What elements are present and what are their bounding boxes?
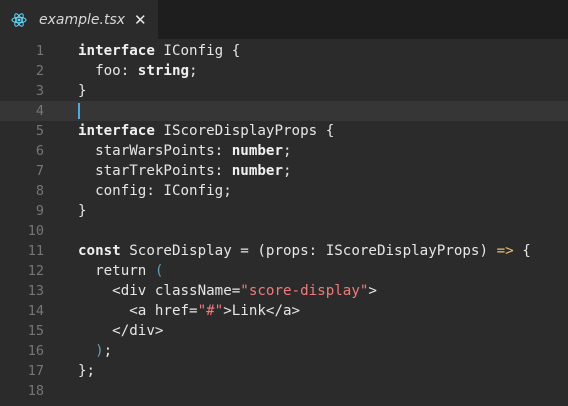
code-area[interactable]: 1 interface IConfig {2 foo: string; 3} 4 5 in… bbox=[0, 41, 568, 406]
code-token: <a href= bbox=[78, 303, 198, 319]
line-content: interface IConfig { bbox=[78, 41, 240, 61]
line-number: 16 bbox=[27, 343, 44, 359]
code-token: number bbox=[231, 143, 283, 159]
code-token: interface bbox=[78, 43, 155, 59]
code-line[interactable]: 11 const ScoreDisplay = (props: IScoreDis… bbox=[0, 241, 568, 261]
code-token: <div className= bbox=[78, 283, 241, 299]
line-content: interface IScoreDisplayProps { bbox=[78, 121, 334, 141]
line-number: 13 bbox=[27, 283, 44, 299]
code-token: ) bbox=[78, 343, 104, 359]
code-line[interactable]: 18 bbox=[0, 381, 568, 401]
line-content: } bbox=[78, 201, 87, 221]
line-number: 8 bbox=[35, 183, 44, 199]
code-line[interactable]: 4 bbox=[0, 101, 568, 121]
code-token: starWarsPoints: bbox=[78, 143, 232, 159]
line-content: ); bbox=[78, 341, 112, 361]
code-line[interactable]: 12 return ( bbox=[0, 261, 568, 281]
line-number: 11 bbox=[27, 243, 44, 259]
code-line[interactable]: 3} bbox=[0, 81, 568, 101]
code-line[interactable]: 7 starTrekPoints: number; bbox=[0, 161, 568, 181]
line-content: return ( bbox=[78, 261, 163, 281]
code-token: interface bbox=[78, 123, 155, 139]
line-number: 12 bbox=[27, 263, 44, 279]
code-line[interactable]: 15 </div> bbox=[0, 321, 568, 341]
line-content: foo: string; bbox=[78, 61, 198, 81]
code-token: "#" bbox=[197, 303, 224, 319]
code-token: </div> bbox=[78, 323, 164, 339]
code-token: ( bbox=[154, 263, 164, 279]
line-number: 6 bbox=[35, 143, 44, 159]
line-number: 14 bbox=[27, 303, 44, 319]
tab-bar: example.tsx ✕ bbox=[0, 0, 568, 39]
code-token: string bbox=[137, 63, 190, 79]
line-content: </div> bbox=[78, 321, 163, 341]
code-line[interactable]: 6 starWarsPoints: number; bbox=[0, 141, 568, 161]
code-line[interactable]: 10 bbox=[0, 221, 568, 241]
line-number: 18 bbox=[27, 383, 44, 399]
code-token: ; bbox=[189, 63, 198, 79]
tab-title: example.tsx bbox=[39, 11, 126, 28]
line-content: config: IConfig; bbox=[78, 181, 232, 201]
code-line[interactable]: 16 ); bbox=[0, 341, 568, 361]
line-number: 9 bbox=[35, 203, 44, 219]
code-line[interactable]: 8 config: IConfig; bbox=[0, 181, 568, 201]
line-number: 5 bbox=[35, 123, 44, 139]
code-token: number bbox=[231, 163, 283, 179]
code-token: foo: bbox=[78, 63, 138, 79]
code-token: } bbox=[78, 83, 87, 99]
line-content: }; bbox=[78, 361, 95, 381]
line-number: 17 bbox=[27, 363, 44, 379]
line-number: 7 bbox=[35, 163, 44, 179]
close-icon[interactable]: ✕ bbox=[134, 11, 147, 29]
code-token: } bbox=[78, 203, 87, 219]
tab-example-tsx[interactable]: example.tsx ✕ bbox=[0, 0, 158, 39]
code-token: > bbox=[368, 283, 377, 299]
line-number: 2 bbox=[35, 63, 44, 79]
code-line[interactable]: 13 <div className="score-display"> bbox=[0, 281, 568, 301]
code-line[interactable]: 14 <a href="#">Link</a> bbox=[0, 301, 568, 321]
line-content: <div className="score-display"> bbox=[78, 281, 377, 301]
code-line[interactable]: 1 interface IConfig { bbox=[0, 41, 568, 61]
code-line[interactable]: 9} bbox=[0, 201, 568, 221]
code-token: ScoreDisplay = (props: IScoreDisplayProp… bbox=[120, 243, 497, 259]
code-token: const bbox=[78, 243, 121, 259]
react-icon bbox=[11, 12, 27, 28]
line-number: 15 bbox=[27, 323, 44, 339]
code-token: IConfig { bbox=[154, 43, 241, 59]
line-number: 4 bbox=[35, 103, 44, 119]
code-editor: example.tsx ✕ 1 interface IConfig {2 foo:… bbox=[0, 0, 568, 406]
line-content: starTrekPoints: number; bbox=[78, 161, 292, 181]
code-line[interactable]: 17}; bbox=[0, 361, 568, 381]
code-line[interactable]: 2 foo: string; bbox=[0, 61, 568, 81]
code-token: >Link</a> bbox=[223, 303, 301, 319]
line-number: 1 bbox=[35, 43, 44, 59]
line-number: 10 bbox=[27, 223, 44, 239]
line-content: } bbox=[78, 81, 87, 101]
code-token: }; bbox=[78, 363, 96, 379]
line-content: const ScoreDisplay = (props: IScoreDispl… bbox=[78, 241, 531, 261]
code-token: IScoreDisplayProps { bbox=[154, 123, 335, 139]
code-token: ; bbox=[283, 143, 292, 159]
line-content: <a href="#">Link</a> bbox=[78, 301, 300, 321]
code-token: "score-display" bbox=[240, 283, 369, 299]
code-token: config: IConfig; bbox=[78, 183, 232, 199]
code-token: return bbox=[78, 263, 155, 279]
code-token: => bbox=[496, 243, 514, 259]
code-token: ; bbox=[283, 163, 292, 179]
code-token: { bbox=[513, 243, 531, 259]
line-number: 3 bbox=[35, 83, 44, 99]
code-token: starTrekPoints: bbox=[78, 163, 232, 179]
code-line[interactable]: 5 interface IScoreDisplayProps { bbox=[0, 121, 568, 141]
line-content: starWarsPoints: number; bbox=[78, 141, 292, 161]
code-token: ; bbox=[103, 343, 113, 359]
text-cursor bbox=[78, 103, 80, 119]
